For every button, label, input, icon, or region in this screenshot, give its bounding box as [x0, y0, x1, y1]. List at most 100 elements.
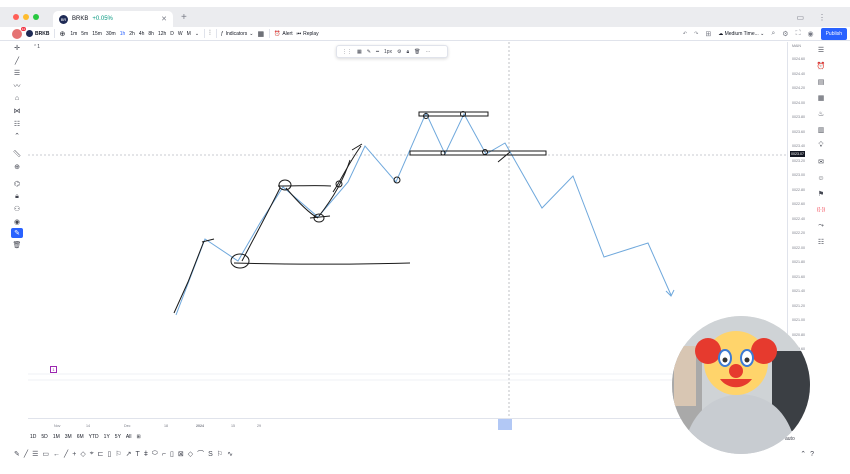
layout-selector[interactable]: ☁ Medium Time... ⌄	[718, 31, 764, 37]
lock-icon[interactable]: 🔒︎	[11, 191, 23, 204]
path-icon[interactable]: ▯	[108, 450, 112, 458]
news-icon[interactable]: ▤	[815, 74, 827, 90]
interval-M[interactable]: M	[187, 31, 191, 37]
fib-icon[interactable]: ☰	[11, 67, 23, 80]
symbol-search[interactable]: BRKB	[26, 30, 49, 37]
eye-icon[interactable]: ◉	[11, 216, 23, 229]
price-icon[interactable]: ⌐	[162, 451, 166, 458]
replay-button[interactable]: ⏮ Replay	[297, 31, 319, 37]
signal-icon[interactable]: ((·))	[815, 202, 827, 218]
plus-icon[interactable]: ╱	[64, 450, 68, 458]
screen-icon[interactable]: ▭	[796, 13, 804, 22]
ruler-icon[interactable]: ▯	[170, 450, 174, 458]
minimize-window-button[interactable]	[23, 14, 29, 20]
layout-icon[interactable]: ⊞	[705, 30, 711, 38]
new-tab-icon[interactable]: +	[181, 12, 187, 23]
pencil-icon[interactable]: ✎	[14, 450, 20, 458]
trendline-icon[interactable]: ╱	[11, 55, 23, 68]
help-icon[interactable]: ?	[810, 451, 814, 458]
interval-8h[interactable]: 8h	[148, 31, 154, 37]
chat-icon[interactable]: ✉	[815, 154, 827, 170]
magnet-icon[interactable]: ⌬	[11, 178, 23, 191]
undo-icon[interactable]: ↶	[683, 31, 687, 37]
trash-icon[interactable]: 🗑︎	[11, 238, 23, 251]
pencil-color-icon[interactable]: ✎	[367, 49, 371, 55]
brush-icon[interactable]: 〰	[11, 80, 23, 93]
data-icon[interactable]: ▥	[815, 122, 827, 138]
lines-icon[interactable]: ╱	[24, 450, 28, 458]
range-6M[interactable]: 6M	[77, 434, 84, 440]
search-icon[interactable]: ⌕	[771, 30, 775, 38]
pattern-icon[interactable]: ⌂	[11, 92, 23, 105]
browser-tab[interactable]: BR BRKB +0.05% ✕	[53, 11, 173, 27]
template-icon[interactable]: ▦	[357, 49, 362, 55]
zoom-icon[interactable]: ⊕	[11, 160, 23, 173]
interval-5m[interactable]: 5m	[81, 31, 88, 37]
pattern-icon[interactable]: ⊠	[178, 450, 184, 458]
scan-icon[interactable]: ⤳	[815, 218, 827, 234]
price-line[interactable]	[175, 111, 672, 316]
camera-icon[interactable]: ◉	[807, 30, 813, 38]
callout-icon[interactable]: ⬭	[152, 450, 158, 458]
arrow-left-icon[interactable]: ▭	[42, 450, 49, 458]
brackets-icon[interactable]: ◇	[80, 450, 85, 458]
range-5Y[interactable]: 5Y	[115, 434, 121, 440]
interval-4h[interactable]: 4h	[139, 31, 145, 37]
interval-2h[interactable]: 2h	[129, 31, 135, 37]
pine-icon[interactable]: ⚑	[815, 186, 827, 202]
interval-30m[interactable]: 30m	[106, 31, 116, 37]
crosshair-icon[interactable]: ✛	[11, 42, 23, 55]
lock-icon[interactable]: 🔒︎	[407, 49, 410, 55]
more-icon[interactable]: ⋯	[426, 49, 431, 55]
rect-icon[interactable]: ☰	[32, 450, 38, 458]
trash-icon[interactable]: 🗑︎	[414, 49, 420, 55]
chart-type-icon[interactable]: ⫶	[209, 30, 211, 38]
indicator-pane-tag[interactable]: 1	[50, 366, 57, 373]
visibility-icon[interactable]: ⚇	[11, 203, 23, 216]
calendar-icon[interactable]: ▦	[815, 90, 827, 106]
interval-15m[interactable]: 15m	[92, 31, 102, 37]
caret-icon[interactable]: T	[136, 451, 140, 458]
chevron-up-icon[interactable]: ⌃	[11, 130, 23, 143]
indicators-button[interactable]: ƒ Indicators ⌄	[221, 31, 254, 37]
gear-icon[interactable]: ⚙	[782, 30, 788, 38]
curve-icon[interactable]: ◇	[188, 450, 193, 458]
time-scale[interactable]: Nov 14 Dec 18 2024 15 29	[28, 418, 788, 430]
range-5D[interactable]: 5D	[41, 434, 47, 440]
maximize-window-button[interactable]	[33, 14, 39, 20]
range-1Y[interactable]: 1Y	[104, 434, 110, 440]
flag2-icon[interactable]: S	[208, 451, 213, 458]
stroke-label[interactable]: 1px	[384, 49, 392, 55]
alert-button[interactable]: ⏰ Alert	[274, 31, 293, 37]
triangle-icon[interactable]: ⚐	[115, 450, 121, 458]
redo-icon[interactable]: ↷	[694, 31, 698, 37]
templates-icon[interactable]: ▦	[257, 30, 264, 38]
favorites-icon[interactable]: ✎	[11, 228, 23, 239]
forecast-icon[interactable]: ⋈	[11, 105, 23, 118]
chevron-down-icon[interactable]: ⌄	[195, 31, 199, 37]
interval-W[interactable]: W	[178, 31, 183, 37]
note-icon[interactable]: ⚐	[217, 450, 223, 458]
diamond-icon[interactable]: +	[72, 451, 76, 458]
range-1D[interactable]: 1D	[30, 434, 36, 440]
line-icon[interactable]: ←	[53, 451, 60, 458]
zigzag-icon[interactable]: ∿	[227, 450, 233, 458]
range-1M[interactable]: 1M	[53, 434, 60, 440]
date-range-icon[interactable]: ⊞	[136, 434, 140, 440]
fullscreen-icon[interactable]: ⛶	[796, 30, 801, 38]
close-window-button[interactable]	[13, 14, 19, 20]
pane-label[interactable]: ⌃1	[33, 44, 40, 50]
interval-12h[interactable]: 12h	[158, 31, 166, 37]
interval-1h[interactable]: 1h	[120, 31, 126, 37]
flag-icon[interactable]: ⊏	[98, 450, 104, 458]
settings-icon[interactable]: ⚙	[397, 49, 401, 55]
chevron-up-icon[interactable]: ⌃	[800, 450, 806, 458]
ellipse-icon[interactable]: ǂ	[144, 451, 148, 458]
more-icon[interactable]: ⋮	[818, 13, 826, 22]
ruler-icon[interactable]: 📏︎	[11, 148, 23, 161]
interval-D[interactable]: D	[170, 31, 174, 37]
community-icon[interactable]: ☺	[815, 170, 827, 186]
hotlist-icon[interactable]: ♨	[815, 106, 827, 122]
interval-1m[interactable]: 1m	[70, 31, 77, 37]
text-icon[interactable]: ☷	[11, 118, 23, 131]
